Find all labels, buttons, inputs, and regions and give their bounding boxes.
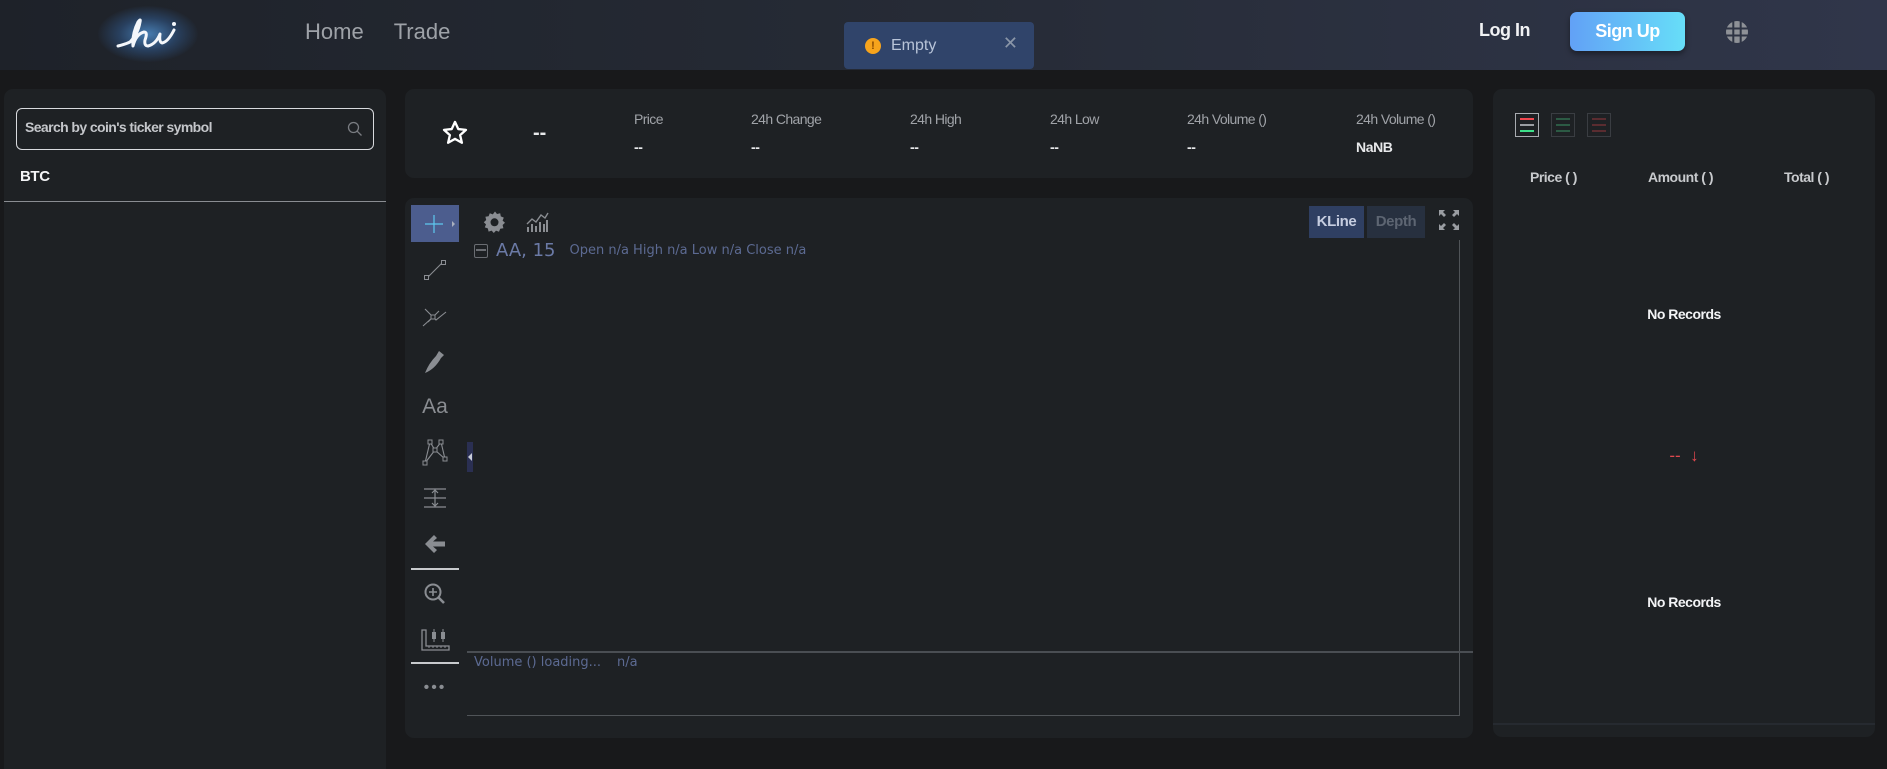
chart-top-tools	[483, 210, 549, 234]
tool-text[interactable]: Aa	[411, 388, 459, 425]
tool-measure[interactable]	[411, 479, 459, 516]
search-field[interactable]	[16, 108, 374, 150]
fullscreen-icon[interactable]	[1437, 208, 1461, 232]
logo[interactable]	[98, 6, 198, 62]
nav-trade[interactable]: Trade	[394, 19, 451, 45]
chart-legend: AA, 15 Open n/a High n/a Low n/a Close n…	[474, 240, 806, 261]
indicators-icon[interactable]	[525, 210, 549, 234]
legend-symbol: AA, 15	[496, 240, 556, 261]
top-navbar: Home Trade ! Empty ✕ Log In Sign Up	[0, 0, 1887, 70]
tool-ruler[interactable]	[411, 621, 459, 658]
orderbook-panel: Price ( ) Amount ( ) Total ( ) No Record…	[1493, 89, 1875, 737]
volume-pane-divider[interactable]	[467, 651, 1473, 653]
arrow-left-icon	[425, 534, 445, 553]
warning-icon: !	[865, 37, 881, 54]
nav-home[interactable]: Home	[305, 19, 364, 45]
stat-value: --	[910, 139, 919, 155]
tool-back[interactable]	[411, 525, 459, 562]
toolbar-divider	[411, 568, 459, 570]
stat-24h-change: 24h Change --	[751, 111, 822, 155]
tool-trend-line[interactable]	[411, 251, 459, 288]
toast-message: Empty	[891, 36, 937, 54]
trend-line-icon	[424, 259, 446, 280]
chart-panel: Aa ••• AA, 15 Open n/a High n/a Low n/a …	[405, 198, 1473, 738]
pitchfork-icon	[422, 308, 447, 326]
tab-kline[interactable]: KLine	[1309, 206, 1364, 238]
tool-more[interactable]: •••	[411, 669, 459, 706]
arrow-down-icon: ↓	[1690, 446, 1699, 465]
close-icon[interactable]: ✕	[1003, 33, 1018, 54]
collapse-icon[interactable]	[474, 243, 488, 258]
asks-empty-message: No Records	[1647, 306, 1721, 322]
measure-icon	[424, 487, 446, 508]
globe-icon[interactable]	[1724, 19, 1750, 50]
bids-empty-message: No Records	[1647, 594, 1721, 610]
tab-depth[interactable]: Depth	[1367, 206, 1425, 238]
stat-label: 24h Low	[1050, 111, 1099, 127]
tool-zoom-in[interactable]	[411, 575, 459, 612]
stat-value: --	[1187, 139, 1196, 155]
stat-value: --	[751, 139, 760, 155]
pair-name: --	[533, 122, 547, 144]
coin-list-panel: BTC	[4, 89, 386, 769]
column-header-total: Total ( )	[1784, 169, 1830, 185]
gear-icon[interactable]	[483, 210, 507, 234]
mid-price-value: --	[1669, 446, 1681, 465]
toast-notification: ! Empty ✕	[844, 22, 1034, 69]
signup-button[interactable]: Sign Up	[1570, 12, 1685, 51]
stat-label: Price	[634, 111, 664, 127]
toolbar-divider	[411, 662, 459, 664]
stat-value: NaNB	[1356, 139, 1393, 155]
stat-price: Price --	[634, 111, 664, 155]
stat-24h-volume-quote: 24h Volume () NaNB	[1356, 111, 1436, 155]
tool-pattern[interactable]	[411, 433, 459, 470]
volume-value: n/a	[617, 655, 638, 670]
brush-icon	[425, 350, 444, 373]
stat-24h-low: 24h Low --	[1050, 111, 1099, 155]
crosshair-icon	[425, 214, 455, 233]
orderbook-footer	[1493, 723, 1875, 737]
column-header-price: Price ( )	[1530, 169, 1577, 185]
tool-crosshair[interactable]	[411, 205, 459, 242]
ticker-stats-panel: -- Price -- 24h Change -- 24h High -- 24…	[405, 89, 1473, 178]
stat-24h-volume-base: 24h Volume () --	[1187, 111, 1267, 155]
chart-plot-area[interactable]	[467, 240, 1460, 716]
stat-value: --	[1050, 139, 1059, 155]
orderbook-mode-bids-icon[interactable]	[1551, 113, 1575, 137]
search-icon[interactable]	[347, 121, 363, 137]
stat-label: 24h Change	[751, 111, 822, 127]
text-tool-icon: Aa	[422, 394, 448, 418]
tool-brush[interactable]	[411, 342, 459, 379]
stat-label: 24h High	[910, 111, 962, 127]
orderbook-mode-asks-icon[interactable]	[1587, 113, 1611, 137]
star-icon[interactable]	[441, 119, 469, 147]
coin-symbol: BTC	[20, 168, 50, 185]
toolbar-collapse-handle[interactable]	[467, 442, 473, 472]
more-icon: •••	[423, 678, 447, 696]
ruler-candles-icon	[421, 628, 450, 651]
column-header-amount: Amount ( )	[1648, 169, 1713, 185]
coin-list-item[interactable]	[4, 161, 386, 202]
orderbook-mode-selector	[1515, 113, 1611, 137]
tool-pitchfork[interactable]	[411, 296, 459, 333]
stat-label: 24h Volume ()	[1187, 111, 1267, 127]
logo-script-icon	[116, 18, 176, 48]
orderbook-mode-both-icon[interactable]	[1515, 113, 1539, 137]
main-nav: Home Trade	[305, 19, 450, 45]
zoom-in-icon	[424, 583, 445, 604]
pattern-icon	[422, 439, 448, 465]
login-button[interactable]: Log In	[1479, 20, 1530, 41]
legend-ohlc: Open n/a High n/a Low n/a Close n/a	[569, 243, 807, 258]
mid-price: -- ↓	[1493, 446, 1875, 466]
volume-label: Volume () loading...	[474, 655, 602, 670]
stat-label: 24h Volume ()	[1356, 111, 1436, 127]
search-input[interactable]	[25, 119, 325, 135]
stat-value: --	[634, 139, 643, 155]
stat-24h-high: 24h High --	[910, 111, 962, 155]
